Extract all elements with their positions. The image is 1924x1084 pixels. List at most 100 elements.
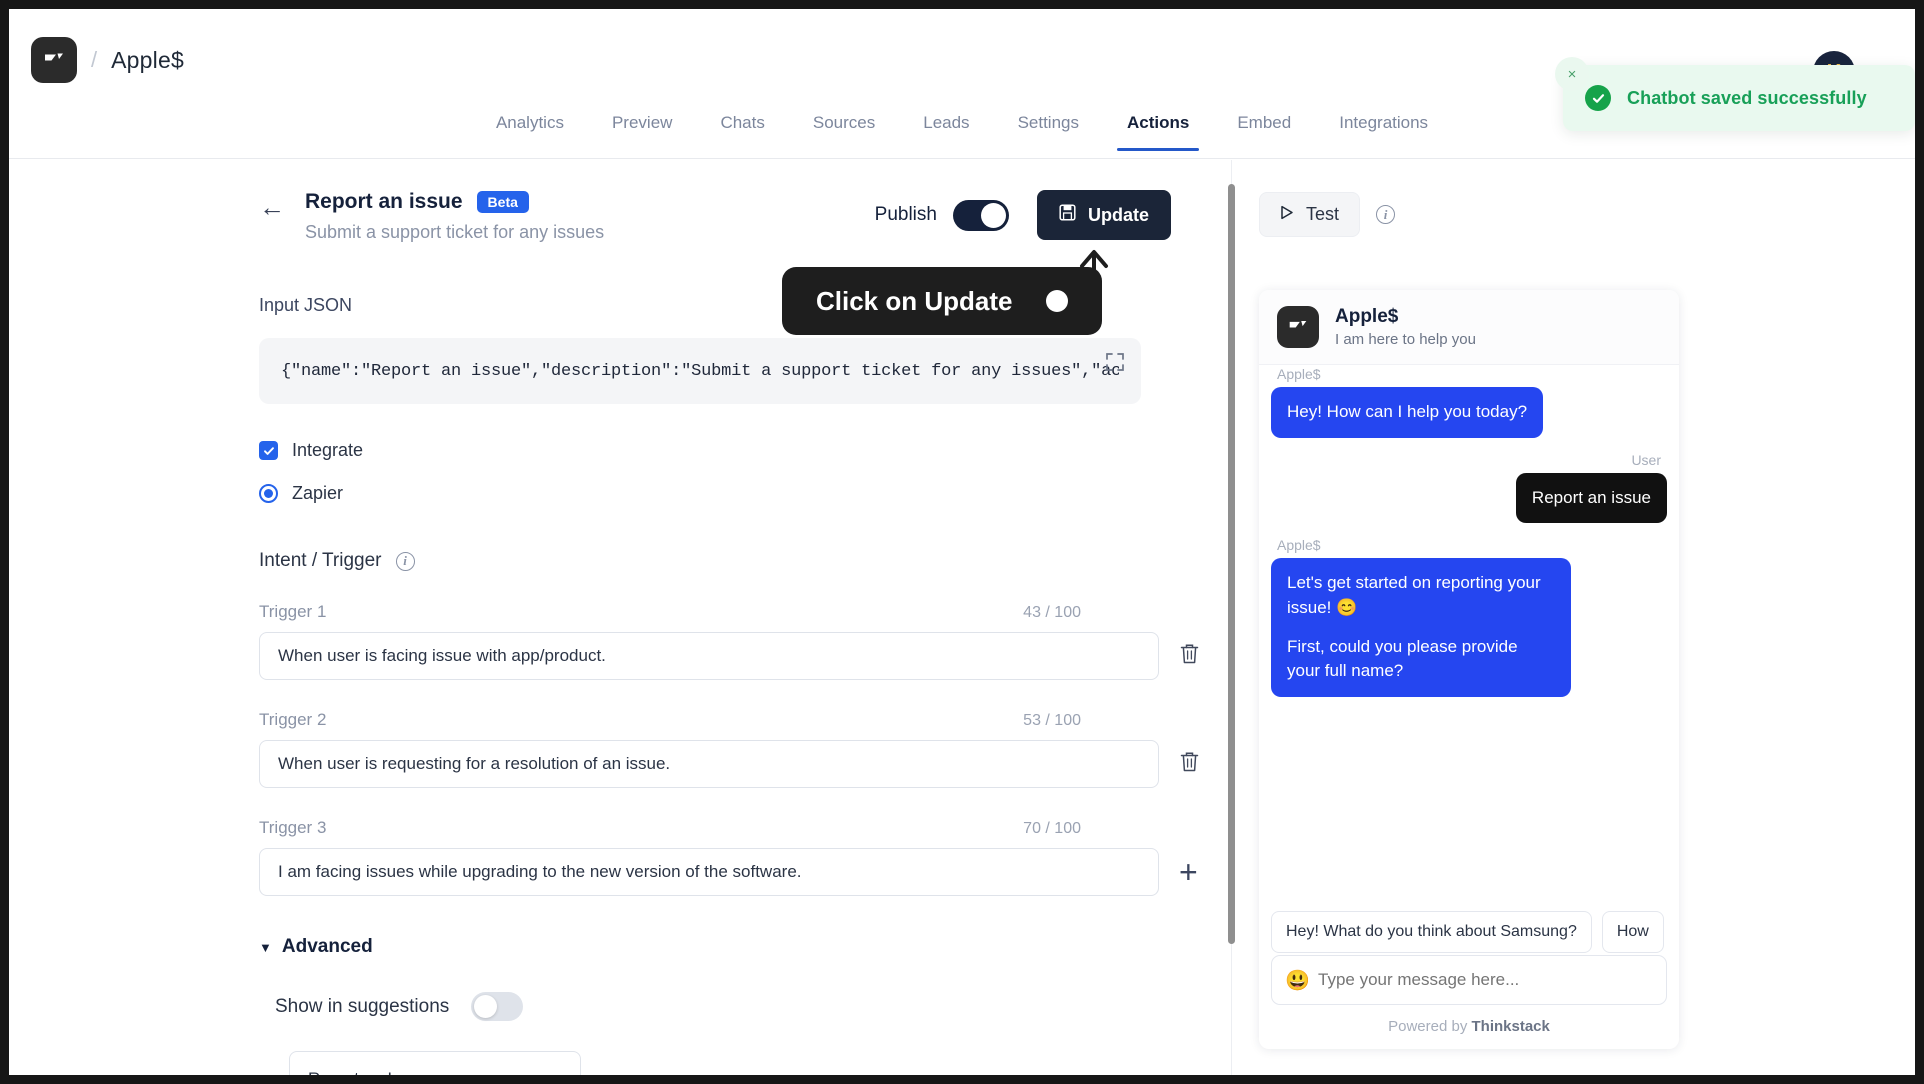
chat-bubble-bot: Hey! How can I help you today? <box>1271 387 1544 438</box>
publish-toggle[interactable] <box>952 199 1009 231</box>
preview-panel: Test i Apple$ I am here to help you Appl… <box>1241 160 1915 1075</box>
test-controls: Test i <box>1241 160 1915 237</box>
chat-message-input[interactable] <box>1271 955 1667 1005</box>
tab-analytics[interactable]: Analytics <box>472 113 588 151</box>
powered-by-brand: Thinkstack <box>1471 1018 1550 1035</box>
tab-preview[interactable]: Preview <box>588 113 696 151</box>
suggestion-chip[interactable]: Hey! What do you think about Samsung? <box>1271 911 1592 953</box>
update-button-label: Update <box>1087 204 1149 225</box>
chat-message-list[interactable]: Apple$ Hey! How can I help you today? Us… <box>1259 366 1679 889</box>
back-arrow-icon[interactable]: ← <box>259 194 285 220</box>
trigger-char-count: 53 / 100 <box>1023 712 1081 729</box>
chat-message-sender: Apple$ <box>1277 537 1321 554</box>
chat-bubble-bot: Let's get started on reporting your issu… <box>1271 558 1571 697</box>
update-button[interactable]: Update <box>1036 190 1171 240</box>
vertical-scrollbar[interactable] <box>1228 184 1235 944</box>
powered-by-prefix: Powered by <box>1388 1018 1472 1035</box>
action-header-controls: Publish Update <box>875 190 1171 240</box>
plus-icon[interactable]: + <box>1179 856 1198 888</box>
thinkstack-logo-icon <box>1277 306 1319 348</box>
trigger-input[interactable] <box>259 740 1159 788</box>
input-json-field[interactable]: {"name":"Report an issue","description":… <box>259 338 1141 404</box>
show-in-suggestions-label: Show in suggestions <box>275 995 450 1017</box>
chat-bubble-line: First, could you please provide your ful… <box>1287 636 1518 681</box>
publish-control: Publish <box>874 199 1009 231</box>
toggle-knob <box>980 202 1006 228</box>
thinkstack-logo-icon[interactable] <box>31 37 77 83</box>
integrate-checkbox[interactable] <box>259 441 278 460</box>
caret-down-icon: ▼ <box>259 939 272 955</box>
cursor-dot-icon <box>1046 290 1069 312</box>
publish-label: Publish <box>874 204 937 225</box>
onboarding-callout: Click on Update <box>782 267 1103 335</box>
trash-icon[interactable] <box>1179 642 1200 670</box>
info-icon[interactable]: i <box>1376 205 1396 224</box>
tab-chats[interactable]: Chats <box>696 113 788 151</box>
trigger-input[interactable] <box>259 632 1159 680</box>
toast-notification: Chatbot saved successfully × <box>1555 57 1915 131</box>
trigger-char-count: 70 / 100 <box>1023 820 1081 837</box>
chat-bubble-user: Report an issue <box>1515 472 1667 524</box>
tab-actions[interactable]: Actions <box>1103 113 1213 151</box>
tab-embed[interactable]: Embed <box>1213 113 1315 151</box>
trigger-row: Trigger 3 70 / 100 + <box>259 818 1198 896</box>
powered-by: Powered by Thinkstack <box>1259 1018 1679 1035</box>
toggle-knob <box>474 995 498 1018</box>
toast-message: Chatbot saved successfully <box>1627 87 1867 108</box>
emoji-icon[interactable]: 😃 <box>1285 968 1310 993</box>
test-button-label: Test <box>1306 204 1340 224</box>
show-in-suggestions-row: Show in suggestions <box>275 992 1171 1021</box>
trigger-input[interactable] <box>259 848 1159 896</box>
callout-text: Click on Update <box>816 285 1013 316</box>
integrate-option[interactable]: Integrate <box>259 440 1171 461</box>
trigger-label: Trigger 1 <box>259 602 327 621</box>
trigger-label: Trigger 3 <box>259 818 327 837</box>
play-icon <box>1280 204 1294 225</box>
tab-settings[interactable]: Settings <box>994 113 1103 151</box>
trash-icon[interactable] <box>1179 750 1200 778</box>
intent-trigger-title: Intent / Trigger <box>259 550 382 571</box>
advanced-label: Advanced <box>281 936 373 957</box>
expand-icon[interactable] <box>1105 352 1125 377</box>
breadcrumb-bot-name[interactable]: Apple$ <box>111 47 184 74</box>
page-title: Report an issue <box>305 190 463 213</box>
advanced-section-toggle[interactable]: ▼ Advanced <box>259 936 1171 958</box>
chat-header: Apple$ I am here to help you <box>1259 290 1679 365</box>
chat-message-sender: Apple$ <box>1277 366 1321 382</box>
chat-message: Apple$ Hey! How can I help you today? <box>1271 366 1667 438</box>
zapier-radio[interactable] <box>259 484 278 503</box>
check-circle-icon <box>1585 85 1611 111</box>
input-json-value: {"name":"Report an issue","description":… <box>281 361 1119 381</box>
breadcrumb-separator: / <box>91 47 98 72</box>
toast-body: Chatbot saved successfully <box>1563 65 1915 131</box>
action-subtitle: Submit a support ticket for any issues <box>305 222 605 242</box>
trigger-row: Trigger 2 53 / 100 <box>259 710 1199 788</box>
chat-message-sender: User <box>1631 451 1661 468</box>
chat-bot-tagline: I am here to help you <box>1335 331 1476 348</box>
show-in-suggestions-toggle[interactable] <box>471 992 524 1021</box>
zapier-label: Zapier <box>292 483 344 503</box>
suggestion-text-input[interactable] <box>289 1051 581 1075</box>
zapier-option[interactable]: Zapier <box>259 483 1171 504</box>
breadcrumb: / Apple$ <box>31 37 184 83</box>
integrate-label: Integrate <box>292 440 364 460</box>
suggestion-chips: Hey! What do you think about Samsung? Ho… <box>1259 911 1679 953</box>
intent-trigger-header: Intent / Trigger i <box>259 550 1171 572</box>
app-window: / Apple$ Contact Support My Bots K Analy… <box>0 0 1924 1084</box>
trigger-char-count: 43 / 100 <box>1023 604 1081 621</box>
chat-message: User Report an issue <box>1271 452 1667 524</box>
chat-bubble-line: Let's get started on reporting your issu… <box>1287 573 1541 617</box>
tab-integrations[interactable]: Integrations <box>1315 113 1452 151</box>
tab-sources[interactable]: Sources <box>789 113 899 151</box>
status-badge: Beta <box>476 191 529 213</box>
trigger-label: Trigger 2 <box>259 710 327 729</box>
test-button[interactable]: Test <box>1259 192 1361 237</box>
trigger-row: Trigger 1 43 / 100 <box>259 602 1199 680</box>
suggestion-chip[interactable]: How <box>1601 911 1664 953</box>
chat-composer: 😃 <box>1271 955 1667 1005</box>
chat-preview-window: Apple$ I am here to help you Apple$ Hey!… <box>1259 290 1679 1049</box>
info-icon[interactable]: i <box>395 551 415 571</box>
tab-leads[interactable]: Leads <box>899 113 993 151</box>
chat-bot-name: Apple$ <box>1335 306 1399 327</box>
close-icon[interactable]: × <box>1555 57 1589 91</box>
